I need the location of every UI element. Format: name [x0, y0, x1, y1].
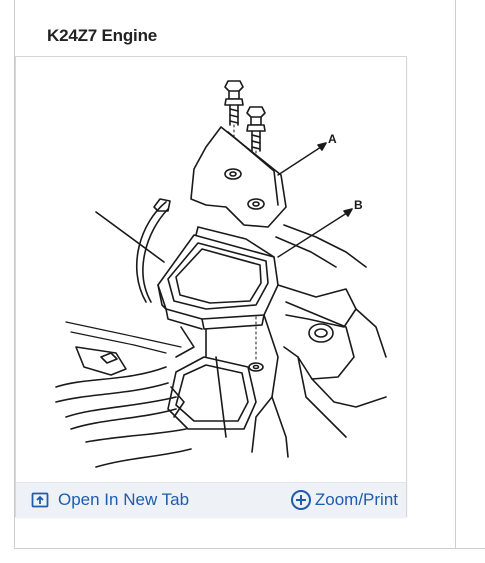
open-in-new-tab-link[interactable]: Open In New Tab — [31, 483, 189, 517]
open-in-new-tab-icon — [31, 492, 49, 508]
callout-a: A — [328, 132, 337, 146]
bolt-2 — [246, 106, 266, 152]
content-border-right — [455, 0, 456, 548]
engine-diagram: A B — [55, 80, 387, 468]
bolt-1 — [224, 80, 244, 126]
open-in-new-tab-label: Open In New Tab — [58, 490, 190, 509]
figure-card: A B Open In New Tab Zoom/Print — [15, 56, 407, 517]
intake-funnel-b — [157, 226, 279, 330]
section-heading: K24Z7 Engine — [47, 26, 158, 45]
callout-b: B — [354, 198, 363, 212]
zoom-print-label: Zoom/Print — [314, 490, 398, 509]
content-border-bottom — [14, 548, 485, 549]
zoom-print-link[interactable]: Zoom/Print — [290, 483, 398, 517]
figure-toolbar: Open In New Tab Zoom/Print — [16, 482, 406, 517]
plus-circle-icon — [290, 489, 312, 511]
